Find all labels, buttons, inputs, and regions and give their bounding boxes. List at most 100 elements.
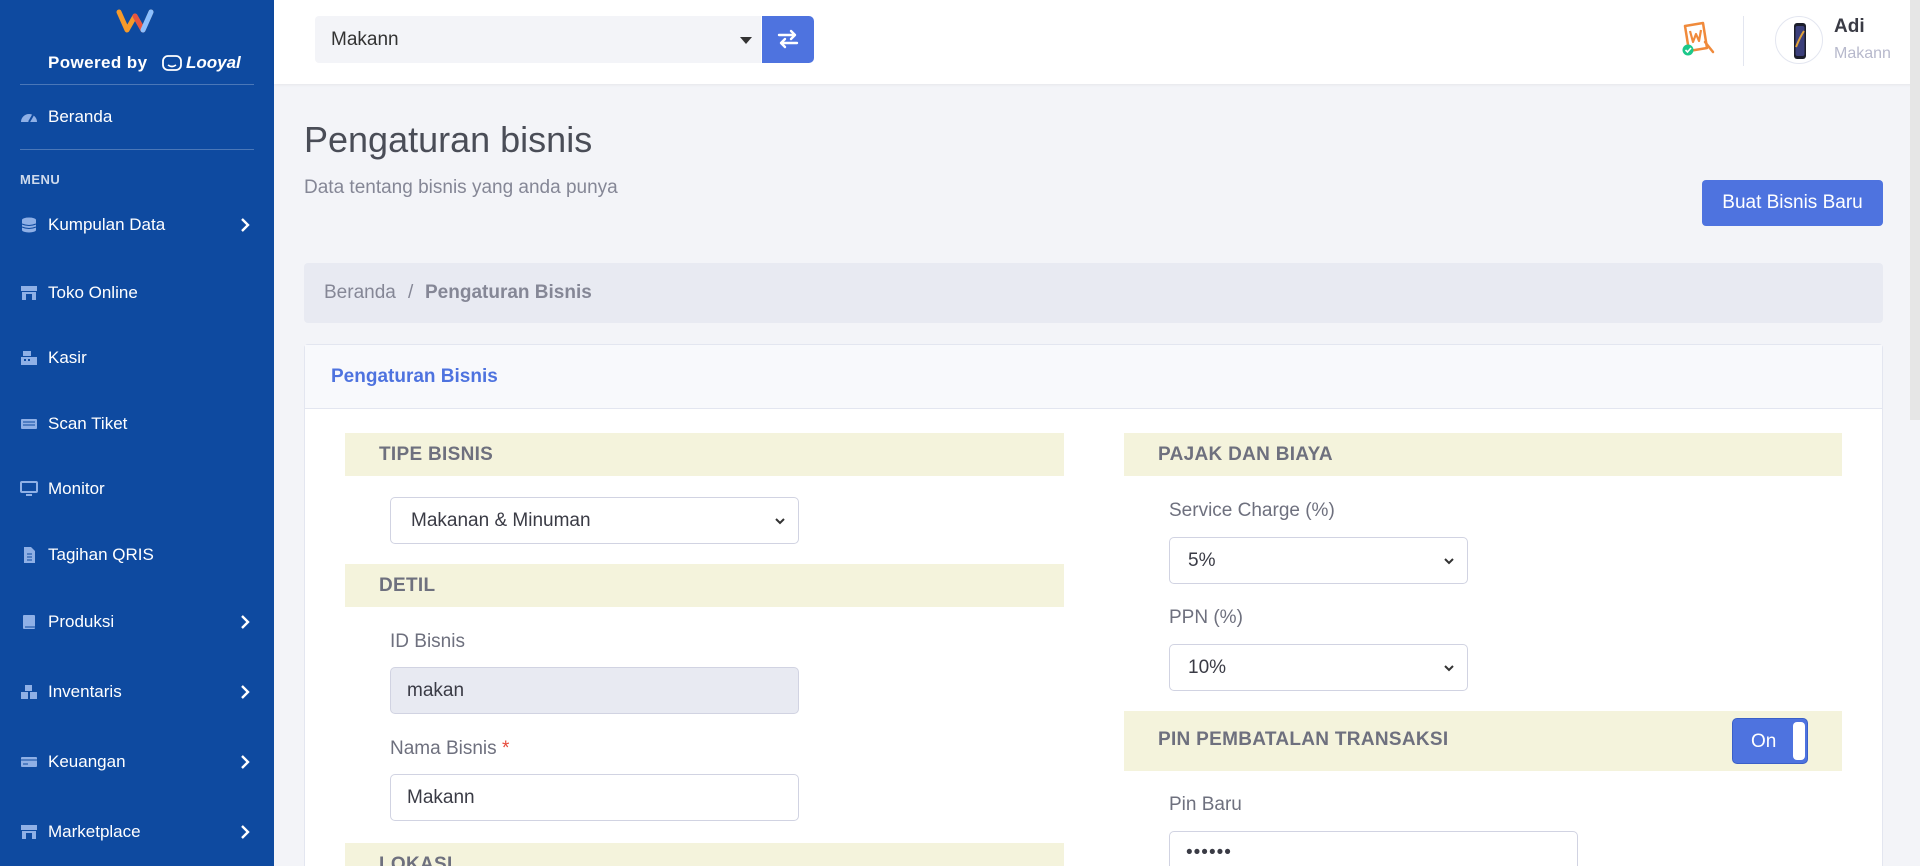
sidebar-item-label: Kasir [48, 348, 87, 367]
page-title: Pengaturan bisnis [304, 119, 593, 160]
cash-register-icon [21, 351, 37, 365]
business-id-label: ID Bisnis [390, 631, 465, 652]
boxes-icon [21, 685, 37, 699]
business-type-select[interactable]: Makanan & Minuman [390, 497, 799, 544]
business-select[interactable]: Makann [315, 16, 761, 63]
page-scrollbar[interactable] [1910, 0, 1920, 420]
sidebar-divider [20, 84, 254, 85]
sidebar-item-label: Tagihan QRIS [48, 545, 154, 564]
service-charge-select[interactable]: 5% [1169, 537, 1468, 584]
breadcrumb-home-link[interactable]: Beranda [324, 282, 396, 304]
card-title: Pengaturan Bisnis [331, 366, 498, 387]
section-location: LOKASI [345, 843, 1064, 866]
sidebar-item-scan-tiket[interactable]: Scan Tiket [0, 404, 274, 444]
user-business: Makann [1834, 45, 1891, 62]
user-name[interactable]: Adi [1834, 16, 1865, 38]
section-title: PIN PEMBATALAN TRANSAKSI [1158, 729, 1449, 750]
sidebar-item-kumpulan-data[interactable]: Kumpulan Data [0, 205, 274, 245]
sidebar-item-label: Inventaris [48, 682, 122, 701]
switch-business-button[interactable] [762, 16, 814, 63]
brand: Powered by Looyal [0, 0, 274, 84]
business-name-label-text: Nama Bisnis [390, 738, 497, 759]
business-name-label: Nama Bisnis * [390, 738, 509, 760]
toggle-label: On [1751, 731, 1777, 752]
business-id-value: makan [407, 680, 465, 701]
invoice-icon [24, 547, 35, 563]
chevron-right-icon [241, 825, 250, 839]
required-asterisk: * [501, 738, 510, 759]
store-icon [21, 825, 37, 839]
section-title: LOKASI [379, 854, 453, 866]
business-name-field[interactable]: Makann [390, 774, 799, 821]
brand-logo-icon[interactable] [116, 6, 156, 36]
exchange-arrows-icon [777, 29, 799, 49]
section-title: DETIL [379, 575, 436, 596]
service-charge-value: 5% [1188, 550, 1216, 571]
chevron-right-icon [241, 615, 250, 629]
ticket-icon [21, 419, 37, 429]
sidebar-item-produksi[interactable]: Produksi [0, 602, 274, 642]
business-type-value: Makanan & Minuman [411, 510, 591, 531]
sidebar-menu-heading: MENU [20, 172, 61, 187]
database-icon [21, 217, 37, 233]
page-subtitle: Data tentang bisnis yang anda punya [304, 177, 618, 198]
new-business-button[interactable]: Buat Bisnis Baru [1702, 180, 1883, 226]
ppn-select[interactable]: 10% [1169, 644, 1468, 691]
section-title: TIPE BISNIS [379, 444, 494, 465]
chevron-right-icon [241, 755, 250, 769]
looyal-logo-text: Looyal [186, 53, 241, 72]
sidebar-item-kasir[interactable]: Kasir [0, 338, 274, 378]
business-id-field[interactable]: makan [390, 667, 799, 714]
money-icon [21, 757, 37, 767]
monitor-icon [20, 481, 38, 496]
new-pin-value: •••••• [1186, 842, 1232, 863]
phone-avatar-icon [1794, 23, 1806, 59]
sidebar-item-label: Scan Tiket [48, 414, 128, 433]
sidebar-item-label: Marketplace [48, 822, 141, 841]
sidebar-item-label: Keuangan [48, 752, 126, 771]
caret-down-icon [740, 37, 752, 44]
sidebar-item-marketplace[interactable]: Marketplace [0, 812, 274, 852]
business-name-value: Makann [407, 787, 475, 808]
dashboard-gauge-icon [21, 114, 37, 123]
sidebar-item-keuangan[interactable]: Keuangan [0, 742, 274, 782]
sidebar-item-tagihan-qris[interactable]: Tagihan QRIS [0, 535, 274, 575]
toggle-knob [1793, 722, 1805, 760]
section-detail: DETIL [345, 564, 1064, 607]
cancel-pin-toggle[interactable]: On [1732, 718, 1808, 764]
chevron-down-icon [1444, 558, 1454, 565]
sidebar-item-inventaris[interactable]: Inventaris [0, 672, 274, 712]
breadcrumb: Beranda / Pengaturan Bisnis [304, 263, 1883, 323]
store-icon [21, 286, 37, 300]
chevron-down-icon [1444, 665, 1454, 672]
chevron-right-icon [241, 218, 250, 232]
chevron-right-icon [241, 685, 250, 699]
breadcrumb-current: Pengaturan Bisnis [425, 282, 592, 303]
powered-by-text: Powered by [48, 53, 148, 72]
looyal-logo-icon [162, 55, 182, 71]
sidebar-item-label: Beranda [48, 107, 113, 126]
section-title: PAJAK DAN BIAYA [1158, 444, 1333, 465]
section-business-type: TIPE BISNIS [345, 433, 1064, 476]
whatsapp-connection-icon[interactable] [1679, 20, 1715, 58]
business-select-value: Makann [331, 29, 399, 50]
sidebar-item-monitor[interactable]: Monitor [0, 469, 274, 509]
ppn-label: PPN (%) [1169, 607, 1243, 628]
chevron-down-icon [775, 518, 785, 525]
topbar-divider [1743, 16, 1744, 66]
avatar[interactable] [1775, 16, 1823, 64]
ppn-value: 10% [1188, 657, 1227, 678]
sidebar-item-label: Produksi [48, 612, 115, 631]
sidebar-item-label: Kumpulan Data [48, 215, 166, 234]
sidebar-item-toko-online[interactable]: Toko Online [0, 273, 274, 313]
sidebar-divider [20, 149, 254, 150]
book-icon [23, 615, 35, 629]
card-header: Pengaturan Bisnis [305, 345, 1882, 409]
new-pin-field[interactable]: •••••• [1169, 831, 1578, 866]
new-pin-label: Pin Baru [1169, 794, 1242, 815]
sidebar-item-label: Toko Online [48, 283, 138, 302]
service-charge-label: Service Charge (%) [1169, 500, 1335, 521]
section-tax-fees: PAJAK DAN BIAYA [1124, 433, 1842, 476]
sidebar-item-beranda[interactable]: Beranda [0, 97, 274, 137]
topbar: Makann Adi Makann [274, 0, 1920, 84]
